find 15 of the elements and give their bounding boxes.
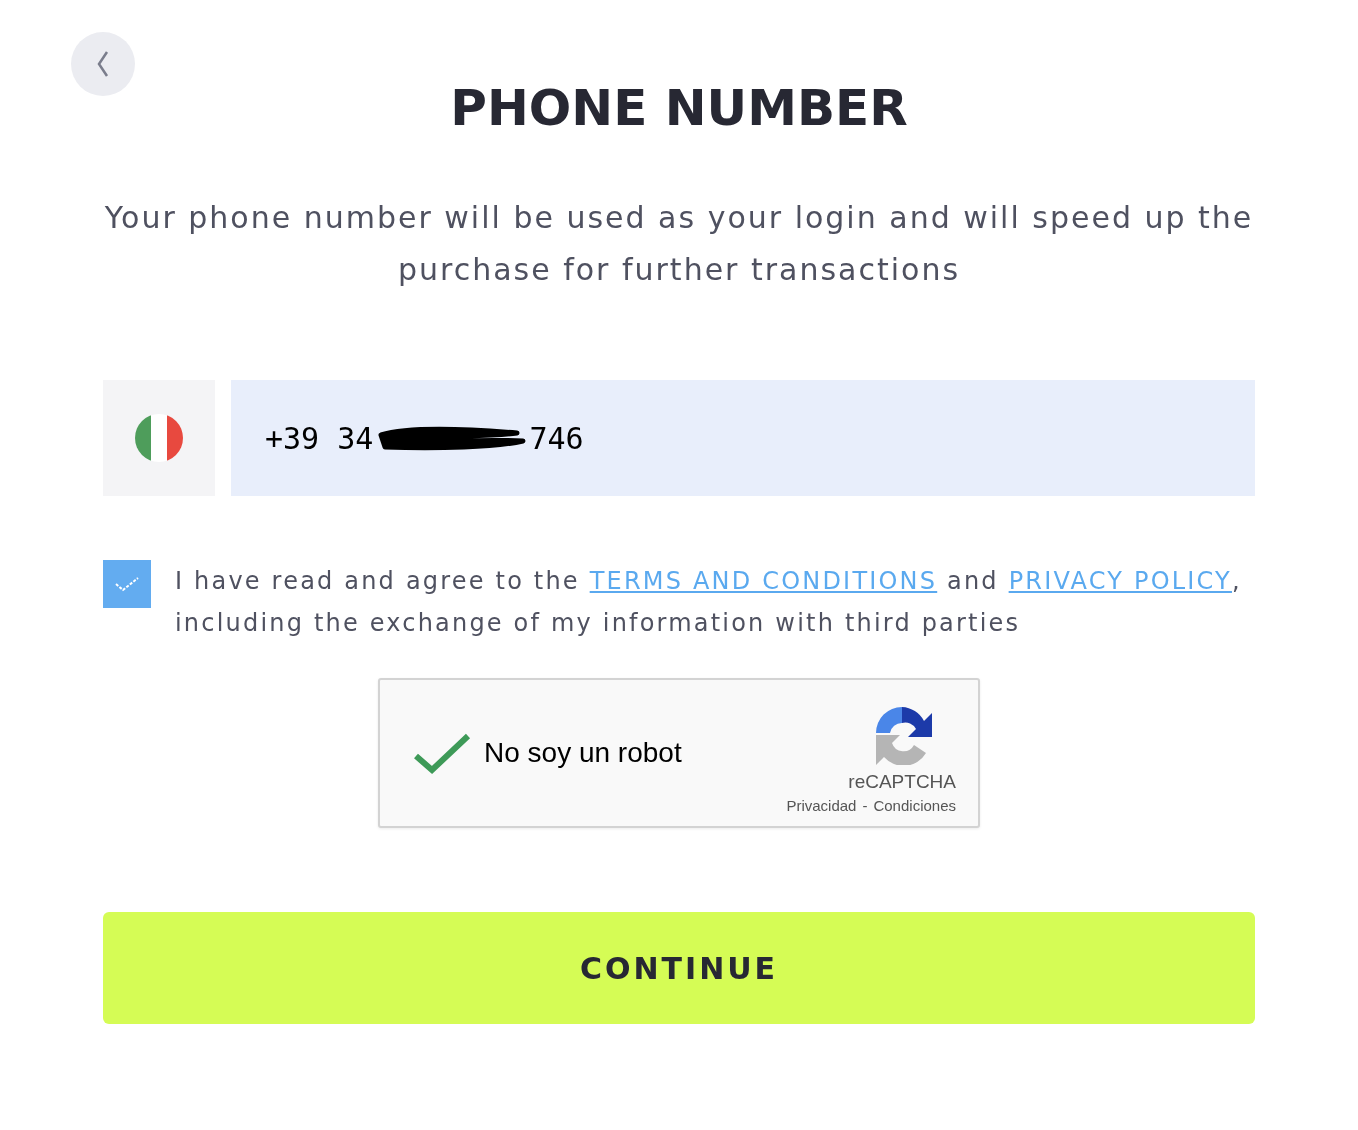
link-separator: - [862,796,868,814]
checkmark-icon [114,575,140,593]
consent-checkbox[interactable] [103,560,151,608]
phone-field[interactable]: +39 34 746 [231,380,1255,496]
country-selector[interactable] [103,380,215,496]
flag-icon [134,413,184,463]
captcha-link[interactable]: Condiciones [873,796,956,814]
captcha-link[interactable]: Privacidad [786,796,857,814]
subtitle-text: Your phone number will be used as your login and will speed up the purchase for further transactions [103,199,1255,289]
captcha-label: No soy un robot [484,737,682,769]
page-title: PHONE NUMBER [450,78,908,139]
chevron-left-icon [96,50,110,78]
continue-button[interactable]: CONTINUE [103,912,1255,1024]
captcha-brand: reCAPTCHA [848,770,956,793]
consent-text: I have read and agree to the TERMS AND CONDITIONS and PRIVACY POLICY, including the exchange of my information with third parties [175,566,1243,639]
